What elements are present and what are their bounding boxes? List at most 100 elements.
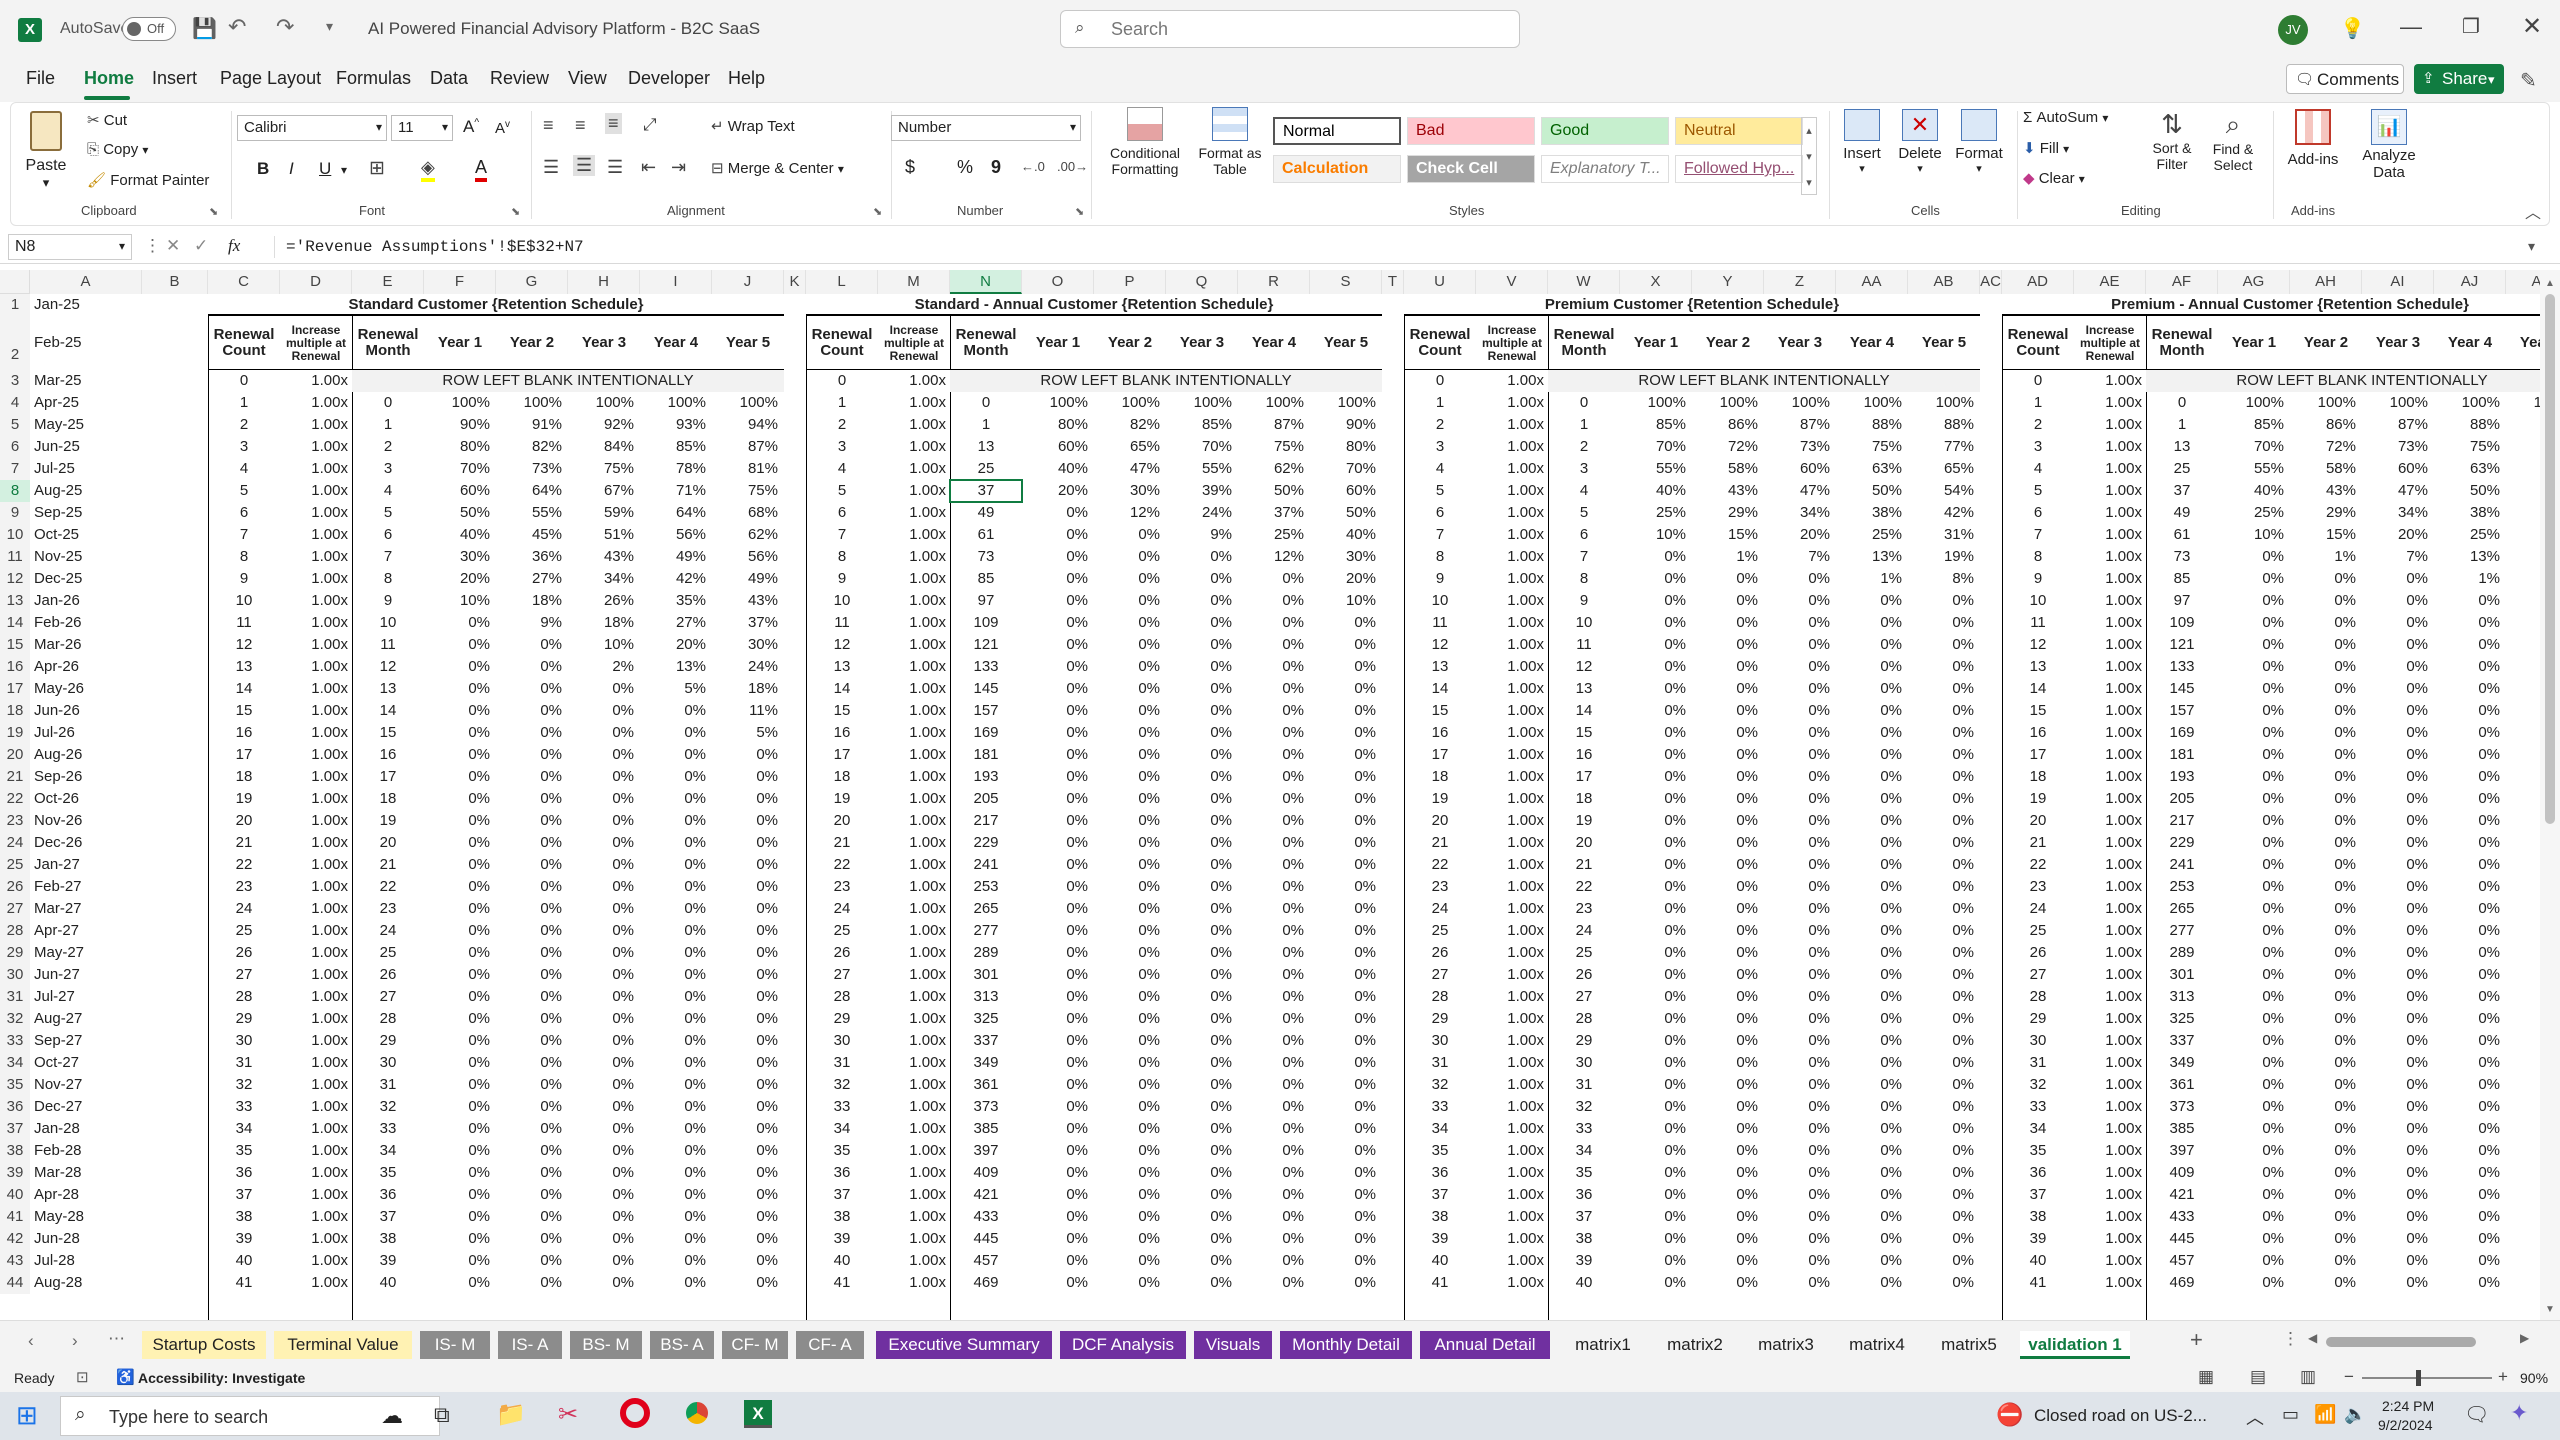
retention-pct-cell[interactable]: 0% <box>1238 942 1310 964</box>
retention-pct-cell[interactable]: 0% <box>1836 898 1908 920</box>
renewal-count-cell[interactable]: 12 <box>208 634 280 656</box>
number-format-select[interactable]: Number ▾ <box>891 115 1081 141</box>
cell-style-check-cell[interactable]: Check Cell <box>1407 155 1535 183</box>
retention-pct-cell[interactable]: 0% <box>496 722 568 744</box>
increase-indent-icon[interactable]: ⇥ <box>671 157 686 178</box>
renewal-month-cell[interactable]: 38 <box>1548 1228 1620 1250</box>
renewal-month-cell[interactable]: 229 <box>2146 832 2218 854</box>
renewal-count-cell[interactable]: 31 <box>208 1052 280 1074</box>
retention-pct-cell[interactable]: 100% <box>1310 392 1382 414</box>
retention-pct-cell[interactable]: 0% <box>1094 810 1166 832</box>
renewal-count-cell[interactable]: 33 <box>806 1096 878 1118</box>
retention-pct-cell[interactable]: 0% <box>1310 744 1382 766</box>
retention-pct-cell[interactable]: 0% <box>2218 854 2290 876</box>
renewal-count-cell[interactable]: 39 <box>806 1228 878 1250</box>
renewal-count-cell[interactable]: 15 <box>806 700 878 722</box>
multiple-cell[interactable]: 1.00x <box>1476 1228 1548 1250</box>
retention-pct-cell[interactable]: 0% <box>640 942 712 964</box>
renewal-month-cell[interactable]: 20 <box>1548 832 1620 854</box>
date-cell[interactable]: Aug-25 <box>34 480 140 502</box>
retention-pct-cell[interactable]: 0% <box>1764 964 1836 986</box>
retention-pct-cell[interactable]: 27% <box>496 568 568 590</box>
retention-pct-cell[interactable]: 0% <box>2290 1074 2362 1096</box>
retention-pct-cell[interactable]: 0% <box>712 1096 784 1118</box>
multiple-cell[interactable]: 1.00x <box>280 942 352 964</box>
retention-pct-cell[interactable]: 9% <box>1166 524 1238 546</box>
tab-formulas[interactable]: Formulas <box>336 68 411 89</box>
retention-pct-cell[interactable]: 100% <box>2290 392 2362 414</box>
multiple-cell[interactable]: 1.00x <box>2074 1228 2146 1250</box>
retention-pct-cell[interactable]: 0% <box>2434 876 2506 898</box>
scroll-tabs-right-icon[interactable]: › <box>72 1331 78 1351</box>
renewal-month-cell[interactable]: 289 <box>950 942 1022 964</box>
renewal-count-cell[interactable]: 35 <box>2002 1140 2074 1162</box>
retention-pct-cell[interactable]: 0% <box>424 986 496 1008</box>
retention-pct-cell[interactable]: 0% <box>712 810 784 832</box>
redo-icon[interactable]: ↷ <box>276 14 294 40</box>
renewal-count-cell[interactable]: 10 <box>208 590 280 612</box>
cell-style-explanatory-t[interactable]: Explanatory T... <box>1541 155 1669 183</box>
sheet-tab-annual-detail[interactable]: Annual Detail <box>1420 1331 1550 1359</box>
retention-pct-cell[interactable]: 0% <box>1620 898 1692 920</box>
retention-pct-cell[interactable]: 55% <box>496 502 568 524</box>
cut-button[interactable]: ✂ Cut <box>87 111 127 129</box>
row-header[interactable]: 23 <box>0 810 30 832</box>
renewal-month-cell[interactable]: 397 <box>2146 1140 2218 1162</box>
multiple-cell[interactable]: 1.00x <box>878 964 950 986</box>
retention-pct-cell[interactable]: 0% <box>424 920 496 942</box>
horizontal-scroll-thumb[interactable] <box>2326 1337 2476 1347</box>
column-header[interactable]: R <box>1238 270 1310 294</box>
retention-pct-cell[interactable]: 0% <box>1022 1118 1094 1140</box>
notification-text[interactable]: Closed road on US-2... <box>2034 1406 2207 1426</box>
retention-pct-cell[interactable]: 0% <box>1620 920 1692 942</box>
retention-pct-cell[interactable]: 0% <box>2218 1272 2290 1294</box>
retention-pct-cell[interactable]: 0% <box>1836 920 1908 942</box>
retention-pct-cell[interactable]: 39% <box>1166 480 1238 502</box>
multiple-cell[interactable]: 1.00x <box>878 502 950 524</box>
retention-pct-cell[interactable]: 0% <box>1022 634 1094 656</box>
renewal-count-cell[interactable]: 4 <box>1404 458 1476 480</box>
multiple-cell[interactable]: 1.00x <box>280 788 352 810</box>
multiple-cell[interactable]: 1.00x <box>878 1030 950 1052</box>
renewal-count-cell[interactable]: 18 <box>806 766 878 788</box>
multiple-cell[interactable]: 1.00x <box>878 1272 950 1294</box>
retention-pct-cell[interactable]: 20% <box>424 568 496 590</box>
retention-pct-cell[interactable]: 40% <box>2218 480 2290 502</box>
retention-pct-cell[interactable]: 0% <box>1764 810 1836 832</box>
multiple-cell[interactable]: 1.00x <box>2074 1206 2146 1228</box>
retention-pct-cell[interactable]: 0% <box>1908 634 1980 656</box>
retention-pct-cell[interactable]: 0% <box>1022 722 1094 744</box>
retention-pct-cell[interactable]: 0% <box>712 920 784 942</box>
renewal-month-cell[interactable]: 169 <box>2146 722 2218 744</box>
multiple-cell[interactable]: 1.00x <box>1476 546 1548 568</box>
retention-pct-cell[interactable]: 0% <box>1310 1272 1382 1294</box>
retention-pct-cell[interactable]: 0% <box>2506 1030 2540 1052</box>
renewal-count-cell[interactable]: 32 <box>2002 1074 2074 1096</box>
retention-pct-cell[interactable]: 75% <box>568 458 640 480</box>
retention-pct-cell[interactable]: 0% <box>1094 634 1166 656</box>
sheet-tab-visuals[interactable]: Visuals <box>1194 1331 1272 1359</box>
analyze-data-button[interactable]: 📊 Analyze Data <box>2351 109 2427 181</box>
retention-pct-cell[interactable]: 0% <box>2362 678 2434 700</box>
retention-pct-cell[interactable]: 0% <box>1908 788 1980 810</box>
user-avatar[interactable]: JV <box>2278 15 2308 45</box>
retention-pct-cell[interactable]: 0% <box>2362 1184 2434 1206</box>
retention-pct-cell[interactable]: 0% <box>2506 810 2540 832</box>
renewal-month-cell[interactable]: 34 <box>352 1140 424 1162</box>
multiple-cell[interactable]: 1.00x <box>2074 678 2146 700</box>
retention-pct-cell[interactable]: 84% <box>568 436 640 458</box>
retention-pct-cell[interactable]: 1% <box>1692 546 1764 568</box>
zoom-slider-thumb[interactable] <box>2416 1370 2421 1386</box>
retention-pct-cell[interactable]: 0% <box>2218 700 2290 722</box>
retention-pct-cell[interactable]: 0% <box>424 1162 496 1184</box>
retention-pct-cell[interactable]: 0% <box>1620 1162 1692 1184</box>
renewal-count-cell[interactable]: 26 <box>1404 942 1476 964</box>
renewal-count-cell[interactable]: 34 <box>2002 1118 2074 1140</box>
multiple-cell[interactable]: 1.00x <box>878 370 950 392</box>
retention-pct-cell[interactable]: 50% <box>1238 480 1310 502</box>
column-header[interactable]: AD <box>2002 270 2074 294</box>
renewal-count-cell[interactable]: 4 <box>806 458 878 480</box>
retention-pct-cell[interactable]: 0% <box>1022 942 1094 964</box>
currency-button[interactable]: $ <box>905 157 915 178</box>
retention-pct-cell[interactable]: 0% <box>2506 1140 2540 1162</box>
